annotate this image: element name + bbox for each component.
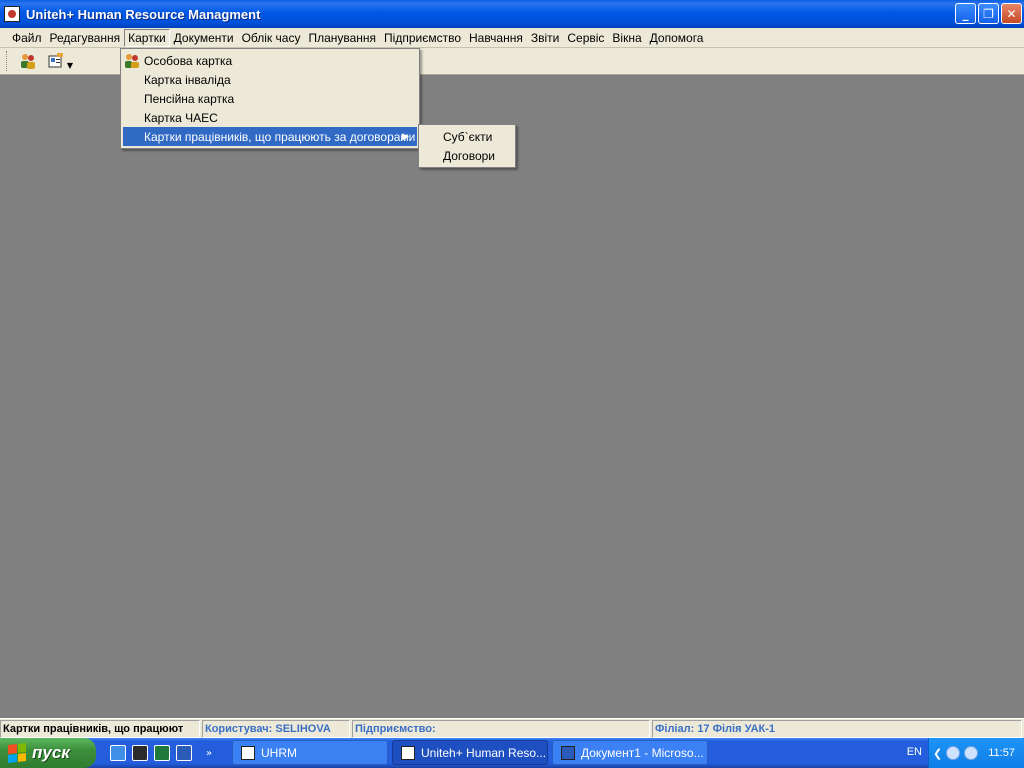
word-icon[interactable] bbox=[176, 745, 192, 761]
task-button-uniteh[interactable]: Uniteh+ Human Reso... bbox=[392, 740, 548, 765]
windows-logo-icon bbox=[8, 743, 26, 763]
menu-planning[interactable]: Планування bbox=[304, 29, 380, 47]
menu-item-label: Пенсійна картка bbox=[144, 91, 235, 106]
window-controls: _ ❐ ✕ bbox=[955, 3, 1022, 24]
tray-expand-chevron-icon[interactable]: ❮ bbox=[933, 747, 942, 760]
personal-card-tool-button[interactable] bbox=[17, 50, 39, 72]
submenu-item-subjects[interactable]: Суб`єкти bbox=[419, 127, 515, 146]
status-hint: Картки працівників, що працюют bbox=[0, 719, 200, 738]
menu-documents[interactable]: Документи bbox=[170, 29, 238, 47]
menu-item-label: Картка ЧАЕС bbox=[144, 110, 218, 125]
menu-bar: Файл Редагування Картки Документи Облік … bbox=[0, 28, 1024, 48]
menu-time-accounting[interactable]: Облік часу bbox=[238, 29, 305, 47]
volume-icon[interactable] bbox=[964, 746, 979, 760]
people-icon bbox=[21, 54, 35, 69]
menu-cards[interactable]: Картки bbox=[124, 28, 170, 47]
app-icon bbox=[401, 745, 415, 760]
quick-launch-chevron-icon[interactable]: » bbox=[206, 748, 212, 759]
minimize-button[interactable]: _ bbox=[955, 3, 976, 24]
window-title: Uniteh+ Human Resource Managment bbox=[26, 6, 261, 22]
task-label: Документ1 - Microso... bbox=[581, 745, 704, 760]
contracts-submenu: Суб`єкти Договори bbox=[418, 124, 516, 168]
menu-enterprise[interactable]: Підприємство bbox=[380, 29, 465, 47]
chevron-down-icon[interactable]: ▼ bbox=[67, 61, 73, 70]
menu-windows[interactable]: Вікна bbox=[608, 29, 645, 47]
maximize-button[interactable]: ❐ bbox=[978, 3, 999, 24]
task-button-word-document[interactable]: Документ1 - Microso... bbox=[552, 740, 708, 765]
excel-icon[interactable] bbox=[154, 745, 170, 761]
app-icon bbox=[241, 745, 255, 760]
network-icon[interactable] bbox=[946, 746, 961, 760]
ie-icon[interactable] bbox=[110, 745, 126, 761]
start-label: пуск bbox=[32, 743, 70, 762]
app-icon[interactable] bbox=[4, 6, 20, 22]
status-enterprise: Підприємство: bbox=[352, 719, 650, 738]
people-icon bbox=[125, 54, 139, 68]
language-indicator[interactable]: EN bbox=[907, 746, 922, 758]
system-tray: ❮ 11:57 bbox=[928, 738, 1024, 768]
submenu-arrow-icon: ▶ bbox=[402, 131, 409, 141]
menu-service[interactable]: Сервіс bbox=[563, 29, 608, 47]
menu-help[interactable]: Допомога bbox=[646, 29, 708, 47]
close-button[interactable]: ✕ bbox=[1001, 3, 1022, 24]
menu-item-personal-card[interactable]: Особова картка bbox=[121, 51, 419, 70]
start-button[interactable]: пуск bbox=[0, 738, 96, 768]
app-icon[interactable] bbox=[132, 745, 148, 761]
menu-item-label: Картка інваліда bbox=[144, 72, 231, 87]
cards-dropdown-menu: Особова картка Картка інваліда Пенсійна … bbox=[120, 48, 420, 149]
menu-training[interactable]: Навчання bbox=[465, 29, 527, 47]
status-user: Користувач: SELIHOVA bbox=[202, 719, 350, 738]
menu-item-disability-card[interactable]: Картка інваліда bbox=[121, 70, 419, 89]
submenu-item-contracts[interactable]: Договори bbox=[419, 146, 515, 165]
status-branch: Філіал: 17 Філія УАК-1 bbox=[652, 719, 1022, 738]
menu-item-chaes-card[interactable]: Картка ЧАЕС bbox=[121, 108, 419, 127]
task-label: Uniteh+ Human Reso... bbox=[421, 745, 547, 760]
card-tool-dropdown-button[interactable]: ▼ bbox=[45, 50, 73, 72]
title-bar[interactable]: Uniteh+ Human Resource Managment _ ❐ ✕ bbox=[0, 0, 1024, 28]
menu-reports[interactable]: Звіти bbox=[527, 29, 564, 47]
toolbar-grip[interactable] bbox=[6, 51, 9, 71]
menu-item-label: Особова картка bbox=[144, 53, 233, 68]
clock[interactable]: 11:57 bbox=[988, 747, 1015, 759]
menu-item-pension-card[interactable]: Пенсійна картка bbox=[121, 89, 419, 108]
menu-item-label: Картки працівників, що працюють за догов… bbox=[144, 129, 416, 144]
menu-file[interactable]: Файл bbox=[8, 29, 46, 47]
status-bar: Картки працівників, що працюют Користува… bbox=[0, 718, 1024, 738]
quick-launch: » bbox=[110, 745, 212, 761]
menu-edit[interactable]: Редагування bbox=[46, 29, 125, 47]
task-button-uhrm[interactable]: UHRM bbox=[232, 740, 388, 765]
menu-item-contract-workers-cards[interactable]: Картки працівників, що працюють за догов… bbox=[123, 127, 417, 146]
word-icon bbox=[561, 745, 575, 760]
task-label: UHRM bbox=[261, 745, 297, 760]
card-dropdown-icon bbox=[48, 53, 63, 68]
